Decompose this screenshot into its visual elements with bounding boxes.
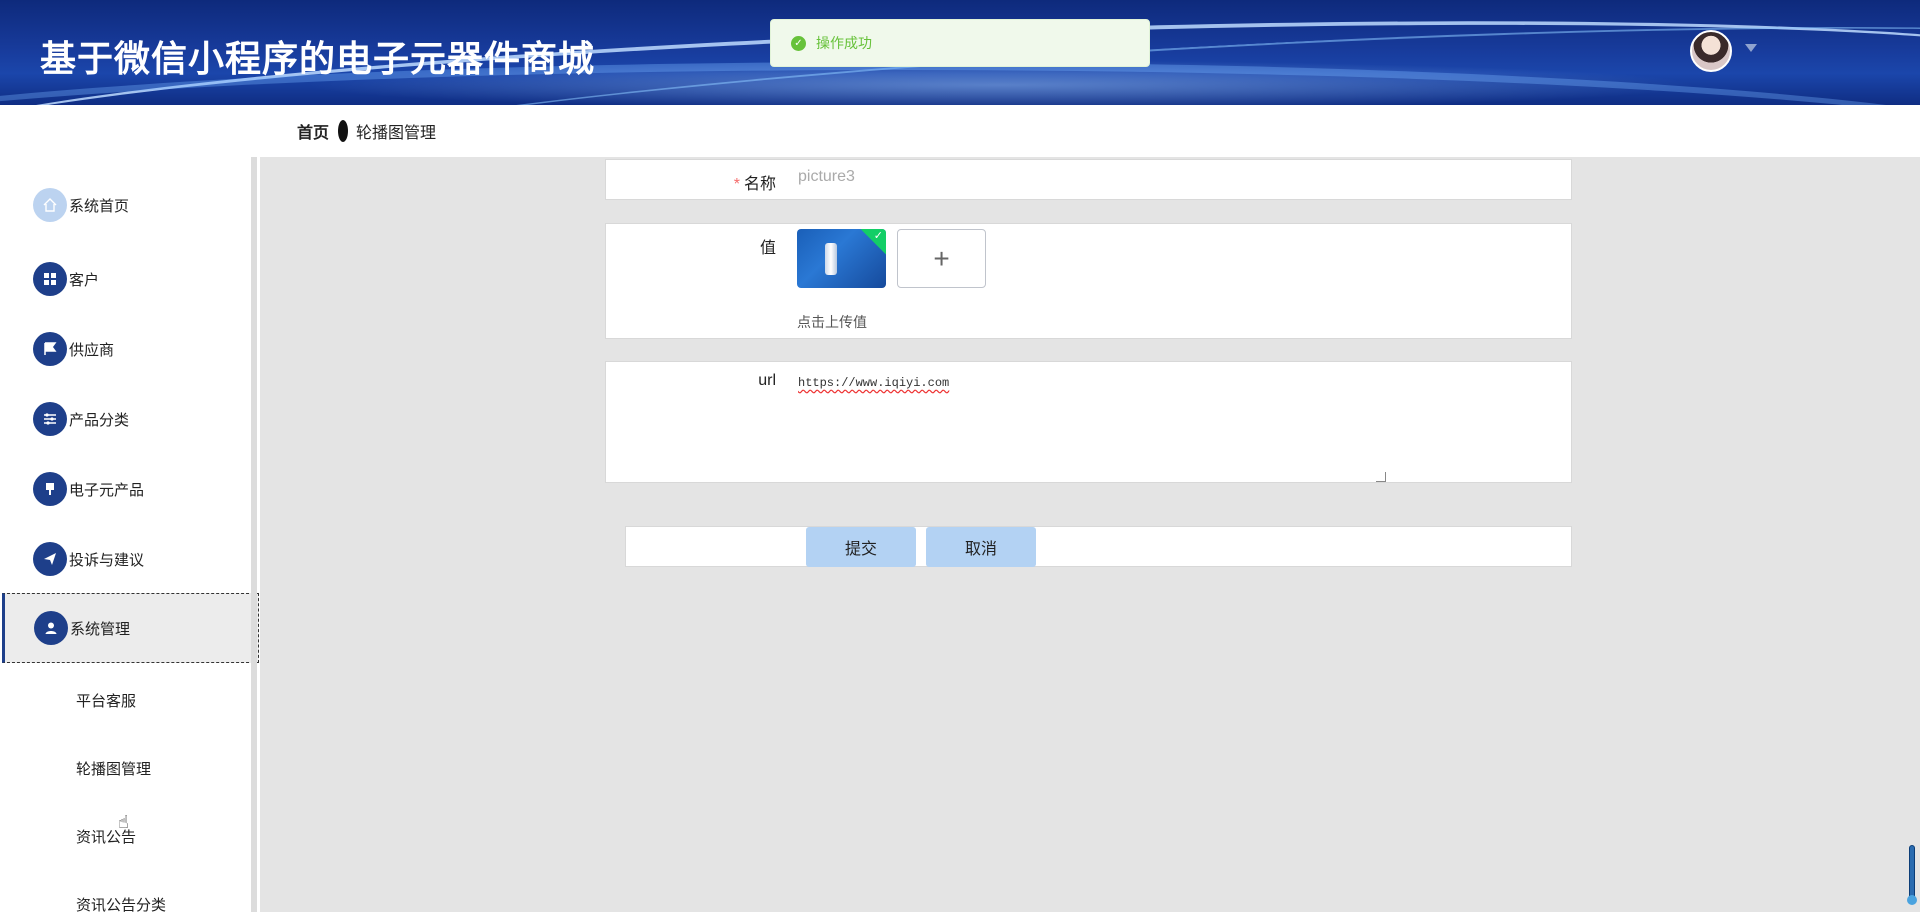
breadcrumb-bar: 首页 轮播图管理 [0, 105, 1920, 157]
form-actions: 提交 取消 [625, 526, 1572, 567]
form-row-url: url https://www.iqiyi.com [605, 361, 1572, 483]
plus-icon: + [933, 242, 950, 274]
page-scrollbar[interactable] [1907, 845, 1917, 905]
user-icon [34, 611, 68, 645]
breadcrumb-home[interactable]: 首页 [297, 119, 329, 143]
sidebar-item-customer[interactable]: 客户 [0, 244, 258, 314]
sidebar-subitem-news-category[interactable]: 资讯公告分类 [76, 894, 166, 912]
uploaded-image-thumbnail[interactable]: ✓ [797, 229, 886, 288]
name-input[interactable]: picture3 [798, 168, 1398, 192]
name-label: * 名称 [734, 170, 776, 194]
sidebar-item-label: 供应商 [69, 341, 115, 359]
name-label-text: 名称 [743, 176, 776, 193]
avatar[interactable] [1690, 30, 1732, 72]
send-icon [33, 542, 67, 576]
sidebar-item-label: 系统管理 [70, 620, 131, 638]
hand-cursor-icon: ☝ [118, 812, 129, 832]
upload-hint: 点击上传值 [797, 314, 867, 330]
breadcrumb-separator-icon [338, 120, 349, 142]
sidebar-item-category[interactable]: 产品分类 [0, 384, 258, 454]
chevron-down-icon[interactable] [1745, 44, 1757, 52]
grid-icon [33, 262, 67, 296]
check-icon: ✓ [873, 230, 883, 242]
app-title: 基于微信小程序的电子元器件商城 [40, 39, 596, 80]
sidebar-subitem-customer-service[interactable]: 平台客服 [76, 690, 136, 711]
sidebar-scrollbar[interactable] [251, 157, 257, 912]
success-toast: ✓ 操作成功 [770, 19, 1150, 67]
sidebar: 系统首页 客户 供应商 产品分类 电子元产品 投诉与建议 系统管理 平台客服 轮… [0, 157, 260, 912]
sidebar-item-home[interactable]: 系统首页 [0, 170, 258, 240]
upload-button[interactable]: + [897, 229, 986, 288]
sliders-icon [33, 402, 67, 436]
brush-icon [33, 472, 67, 506]
submit-button[interactable]: 提交 [806, 527, 916, 567]
resize-grip-icon[interactable] [1376, 472, 1386, 482]
sidebar-item-system[interactable]: 系统管理 [2, 593, 259, 663]
thumbnail-graphic [825, 243, 837, 275]
sidebar-item-label: 投诉与建议 [69, 551, 145, 569]
required-star: * [733, 176, 740, 193]
sidebar-item-product[interactable]: 电子元产品 [0, 454, 258, 524]
sidebar-item-label: 电子元产品 [69, 481, 145, 499]
value-label: 值 [759, 240, 776, 257]
form-row-name: * 名称 picture3 [605, 159, 1572, 200]
toast-message: 操作成功 [816, 35, 872, 51]
breadcrumb-current: 轮播图管理 [356, 125, 437, 142]
form-row-value: 值 ✓ + 点击上传值 [605, 223, 1572, 339]
flag-icon [33, 332, 67, 366]
sidebar-item-complaint[interactable]: 投诉与建议 [0, 524, 258, 594]
sidebar-item-label: 产品分类 [69, 411, 130, 429]
cancel-button[interactable]: 取消 [926, 527, 1036, 567]
home-icon [33, 188, 67, 222]
url-label: url [758, 372, 776, 389]
sidebar-subitem-carousel[interactable]: 轮播图管理 [76, 758, 151, 779]
url-textarea[interactable]: https://www.iqiyi.com [798, 376, 1391, 486]
sidebar-item-label: 客户 [69, 271, 100, 289]
breadcrumb: 首页 轮播图管理 [297, 105, 436, 157]
success-check-icon: ✓ [791, 35, 806, 51]
sidebar-item-supplier[interactable]: 供应商 [0, 314, 258, 384]
sidebar-item-label: 系统首页 [69, 197, 130, 215]
